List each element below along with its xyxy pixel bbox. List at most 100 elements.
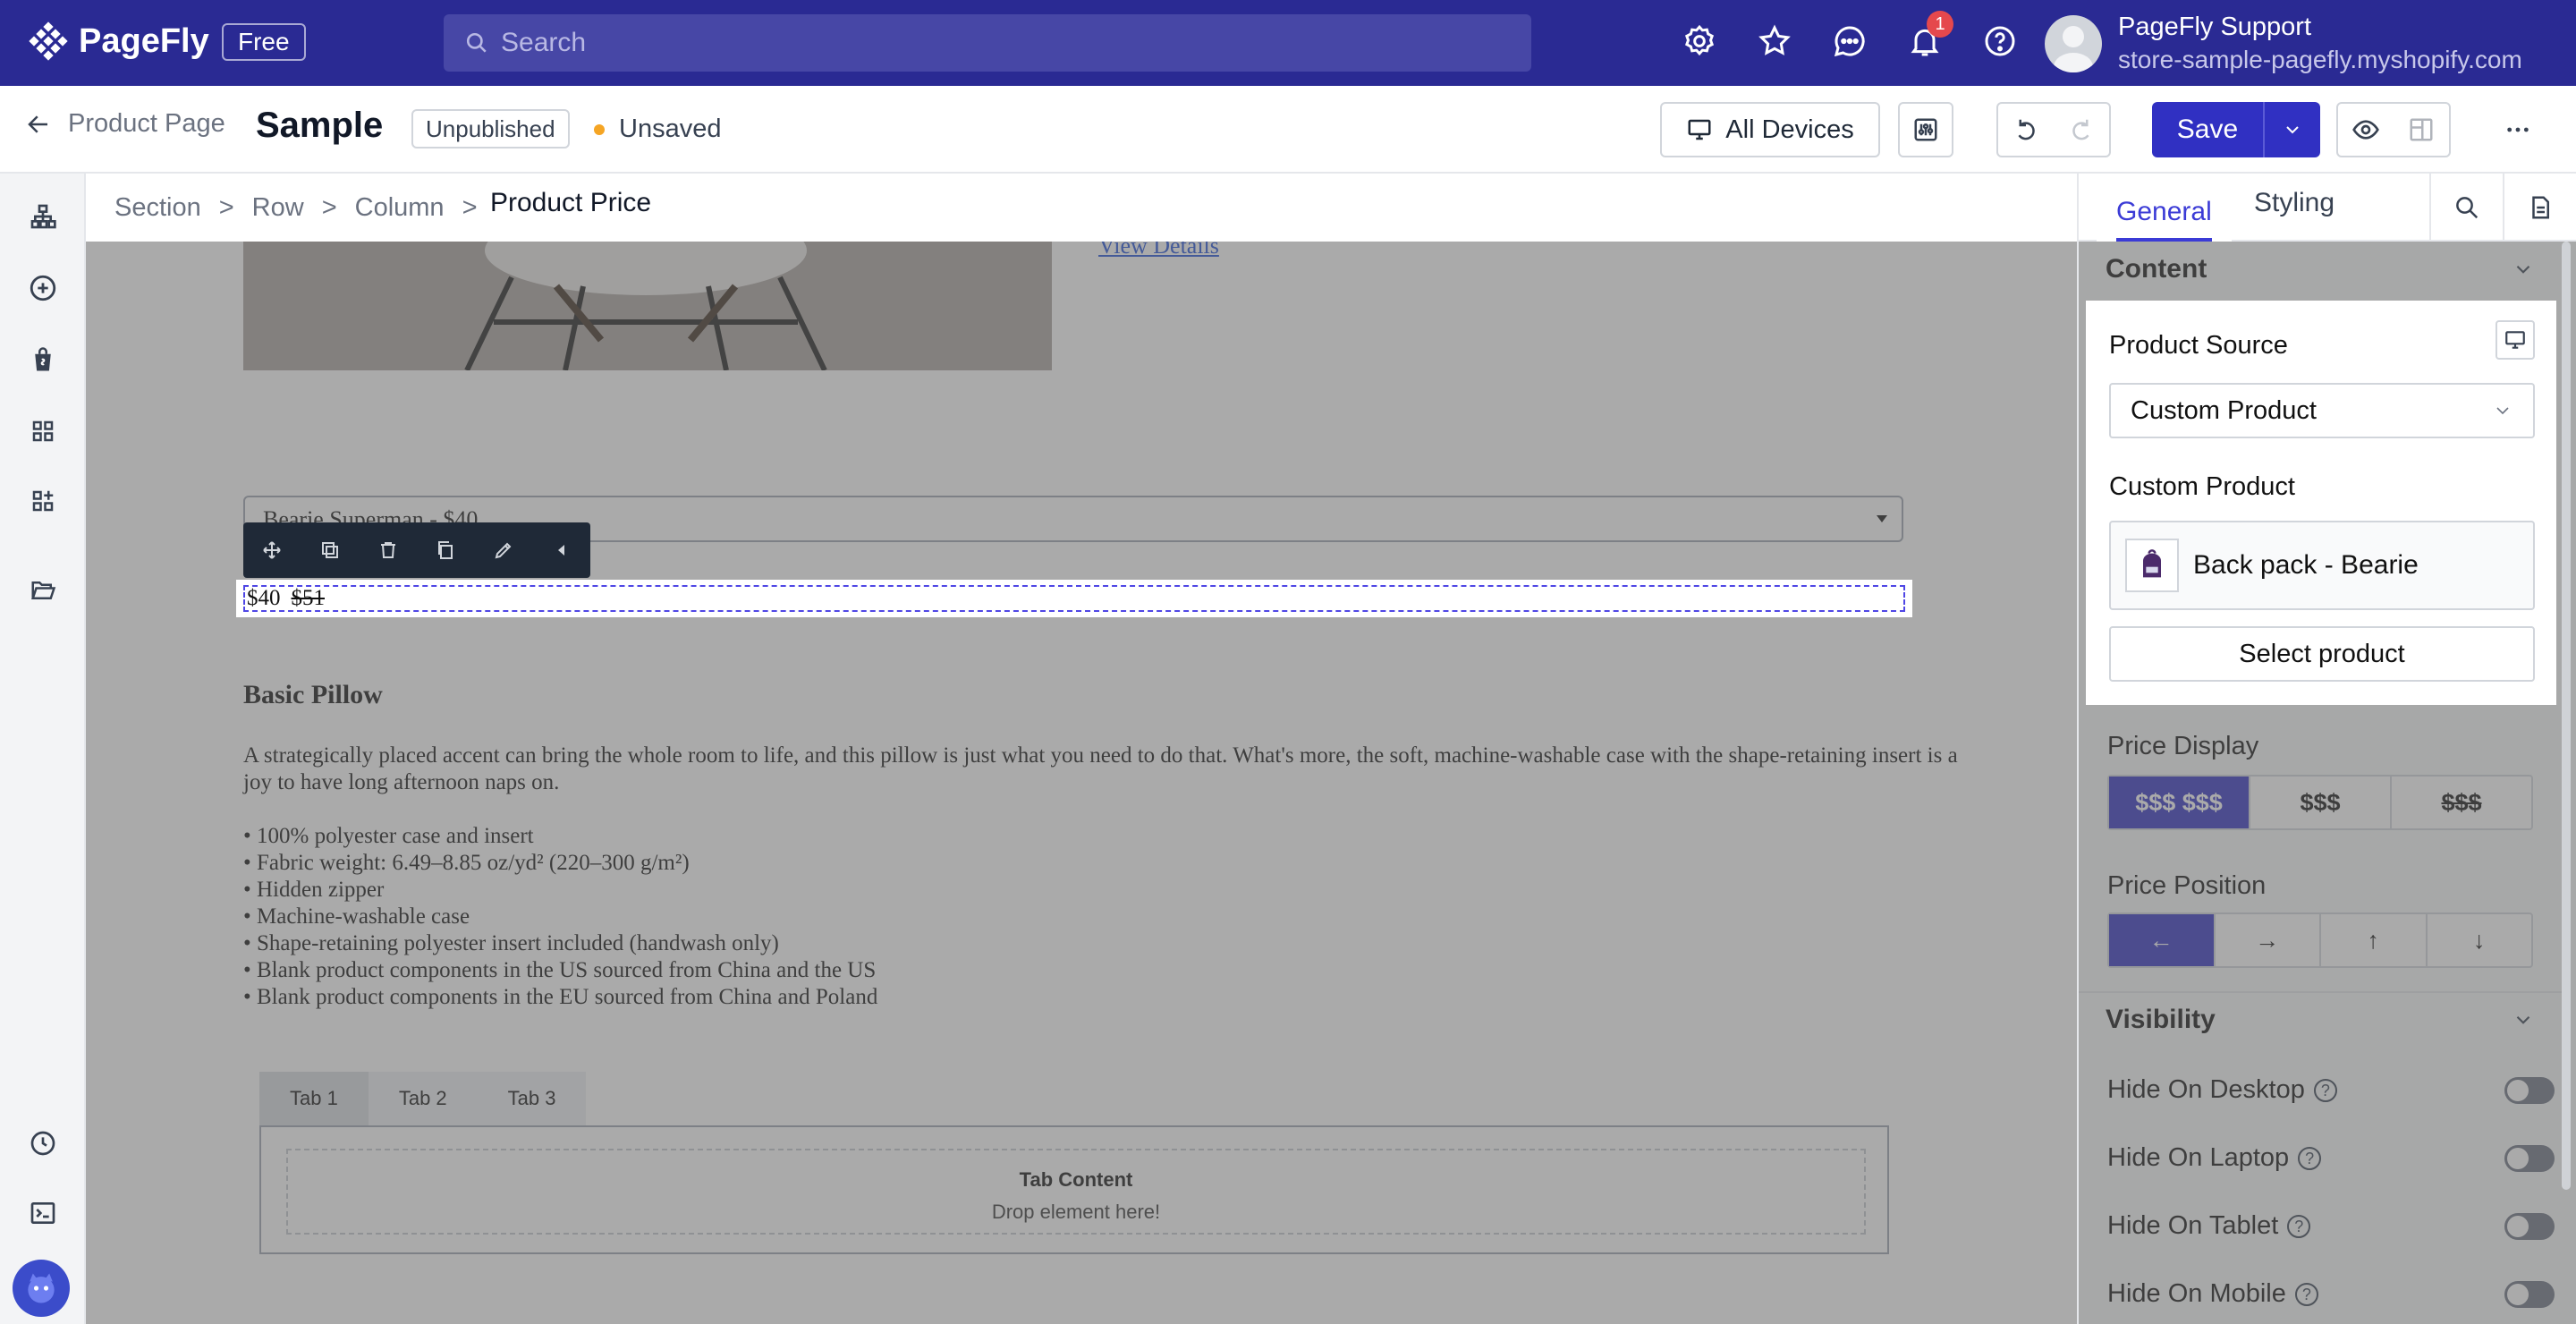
arrow-left-icon bbox=[28, 115, 47, 133]
price-display-option-both[interactable]: $$$ $$$ bbox=[2109, 777, 2250, 828]
account-menu[interactable]: PageFly Support store-sample-pagefly.mys… bbox=[2045, 13, 2522, 74]
visibility-section-header[interactable]: Visibility bbox=[2079, 991, 2562, 1047]
breadcrumb-current[interactable]: Product Price bbox=[479, 174, 663, 233]
help-icon[interactable]: ? bbox=[2287, 1214, 2311, 1238]
plan-badge[interactable]: Free bbox=[222, 23, 306, 61]
breadcrumb-item-column[interactable]: Column bbox=[355, 193, 445, 223]
responsive-toggle-button[interactable] bbox=[2496, 320, 2535, 360]
copy-icon[interactable] bbox=[435, 539, 456, 561]
support-avatar[interactable] bbox=[13, 1260, 70, 1317]
account-store: store-sample-pagefly.myshopify.com bbox=[2118, 46, 2522, 73]
price-display-option-price[interactable]: $$$ bbox=[2250, 777, 2392, 828]
sidebar-item-layers[interactable] bbox=[25, 199, 61, 234]
help-icon[interactable] bbox=[1982, 23, 2018, 59]
chair-image bbox=[243, 242, 1052, 370]
redo-button[interactable] bbox=[2054, 104, 2109, 156]
price-display-option-compare[interactable]: $$$ bbox=[2392, 777, 2531, 828]
inspector-doc-button[interactable] bbox=[2503, 174, 2576, 242]
tab-1[interactable]: Tab 1 bbox=[259, 1072, 369, 1125]
hide-on-mobile-label: Hide On Mobile bbox=[2107, 1279, 2286, 1308]
sidebar-item-templates[interactable] bbox=[25, 413, 61, 449]
price-position-bottom[interactable]: ↓ bbox=[2428, 914, 2532, 966]
content-section-header[interactable]: Content bbox=[2079, 242, 2562, 297]
unsaved-dot-icon bbox=[594, 123, 605, 135]
sidebar-item-integrations[interactable] bbox=[25, 483, 61, 519]
device-selector[interactable]: All Devices bbox=[1660, 102, 1880, 157]
move-icon[interactable] bbox=[261, 539, 283, 561]
selected-product-card[interactable]: Back pack - Bearie bbox=[2109, 521, 2535, 610]
help-icon[interactable]: ? bbox=[2294, 1282, 2318, 1306]
pagefly-editor: PageFly Free Search 1 PageFly Support st… bbox=[0, 0, 2576, 1324]
duplicate-icon[interactable] bbox=[319, 539, 341, 561]
breadcrumb-separator: > bbox=[462, 192, 478, 222]
caret-left-icon[interactable] bbox=[551, 539, 572, 561]
pagefly-logo[interactable]: PageFly bbox=[27, 20, 209, 63]
price-position-top[interactable]: ↑ bbox=[2321, 914, 2428, 966]
product-source-select[interactable]: Custom Product bbox=[2109, 383, 2535, 438]
undo-icon bbox=[2018, 119, 2035, 140]
help-icon[interactable]: ? bbox=[2313, 1078, 2337, 1102]
price-position-right[interactable]: → bbox=[2216, 914, 2321, 966]
more-options-button[interactable] bbox=[2490, 102, 2546, 157]
product-features-list[interactable]: • 100% polyester case and insert • Fabri… bbox=[243, 823, 877, 1011]
product-source-card: Product Source Custom Product Custom Pro… bbox=[2086, 301, 2556, 705]
price-position-left[interactable]: ← bbox=[2109, 914, 2216, 966]
bell-icon[interactable]: 1 bbox=[1907, 11, 1953, 59]
product-description[interactable]: A strategically placed accent can bring … bbox=[243, 743, 1961, 796]
element-toolbar bbox=[243, 522, 590, 578]
redo-icon bbox=[2072, 119, 2089, 140]
sidebar-item-pages[interactable] bbox=[25, 573, 61, 608]
monitor-icon bbox=[2505, 331, 2525, 349]
page-header-bar: Product Page Sample Unpublished Unsaved … bbox=[0, 86, 2576, 174]
panel-scrollbar[interactable] bbox=[2562, 242, 2571, 1190]
publish-settings-button[interactable] bbox=[2394, 104, 2449, 156]
settings-icon[interactable] bbox=[1682, 23, 1717, 59]
hide-on-mobile-toggle[interactable] bbox=[2504, 1280, 2555, 1308]
trash-icon[interactable] bbox=[377, 539, 399, 561]
page-settings-button[interactable] bbox=[1898, 102, 1953, 157]
product-image[interactable] bbox=[243, 242, 1052, 370]
product-title[interactable]: Basic Pillow bbox=[243, 680, 383, 710]
save-button[interactable]: Save bbox=[2152, 102, 2265, 157]
hide-on-tablet-toggle[interactable] bbox=[2504, 1212, 2555, 1240]
undo-button[interactable] bbox=[1998, 104, 2054, 156]
tab-2[interactable]: Tab 2 bbox=[368, 1072, 478, 1125]
hide-on-tablet-row: Hide On Tablet? bbox=[2107, 1211, 2555, 1241]
tab-3[interactable]: Tab 3 bbox=[477, 1072, 587, 1125]
editor-canvas[interactable]: Section > Row > Column > View Details Be… bbox=[86, 174, 2077, 1324]
sidebar-item-shopify[interactable] bbox=[25, 342, 61, 378]
hide-on-laptop-toggle[interactable] bbox=[2504, 1144, 2555, 1172]
chevron-down-icon bbox=[2516, 1015, 2530, 1024]
inspector-search-button[interactable] bbox=[2429, 174, 2503, 242]
breadcrumb-item-section[interactable]: Section bbox=[114, 193, 201, 223]
search-placeholder: Search bbox=[501, 28, 587, 57]
visibility-section-title: Visibility bbox=[2106, 1005, 2216, 1034]
sidebar-item-add-element[interactable] bbox=[25, 270, 61, 306]
tab-styling[interactable]: Styling bbox=[2254, 188, 2334, 218]
hide-on-desktop-toggle[interactable] bbox=[2504, 1076, 2555, 1104]
avatar bbox=[2045, 14, 2102, 72]
star-icon[interactable] bbox=[1757, 23, 1792, 59]
breadcrumb-item-row[interactable]: Row bbox=[252, 193, 304, 223]
select-product-button[interactable]: Select product bbox=[2109, 626, 2535, 682]
search-input[interactable]: Search bbox=[444, 14, 1531, 72]
drop-zone-title: Tab Content bbox=[1019, 1168, 1133, 1191]
hide-on-desktop-label: Hide On Desktop bbox=[2107, 1075, 2305, 1104]
monitor-icon bbox=[1688, 119, 1711, 140]
product-price-element[interactable]: $40 $51 bbox=[236, 580, 1912, 617]
drop-zone[interactable]: Tab Content Drop element here! bbox=[286, 1149, 1866, 1235]
caret-down-icon bbox=[1877, 515, 1887, 522]
chat-icon[interactable] bbox=[1832, 23, 1868, 59]
sidebar-item-history[interactable] bbox=[25, 1125, 61, 1161]
plus-circle-icon bbox=[30, 275, 56, 301]
left-sidebar bbox=[0, 174, 86, 1324]
preview-button[interactable] bbox=[2338, 104, 2394, 156]
page-title[interactable]: Sample bbox=[256, 106, 383, 146]
help-icon[interactable]: ? bbox=[2298, 1146, 2322, 1170]
tab-general[interactable]: General bbox=[2097, 182, 2232, 242]
save-options-button[interactable] bbox=[2265, 102, 2320, 157]
breadcrumb-separator: > bbox=[321, 192, 337, 222]
style-brush-icon[interactable] bbox=[493, 539, 514, 561]
sidebar-item-code[interactable] bbox=[25, 1195, 61, 1231]
back-link[interactable]: Product Page bbox=[25, 109, 225, 139]
